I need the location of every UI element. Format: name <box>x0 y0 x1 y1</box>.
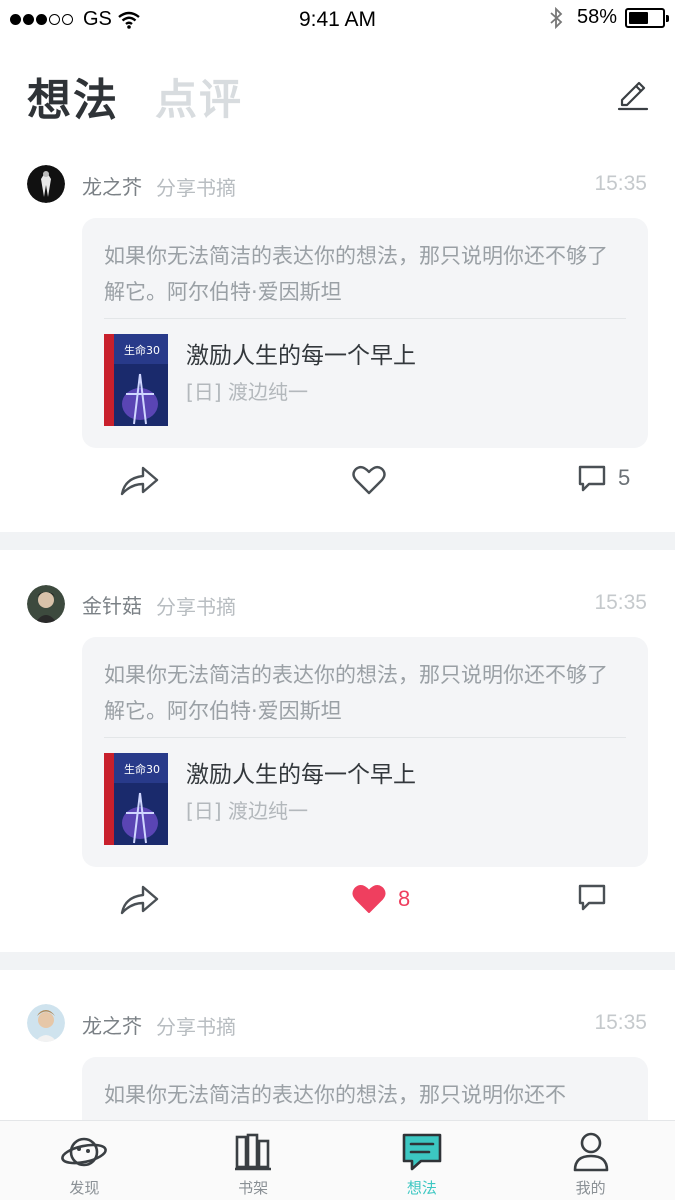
tabbar-label: 发现 <box>69 1179 100 1197</box>
comment-icon <box>578 884 606 911</box>
share-icon[interactable] <box>119 462 161 498</box>
comment-button[interactable] <box>576 879 608 915</box>
battery-percent: 58% <box>576 6 617 28</box>
person-icon <box>573 1132 608 1172</box>
book-cover[interactable]: 生命30 <box>104 753 168 845</box>
chat-icon <box>402 1133 442 1171</box>
tab-thoughts[interactable]: 想法 <box>27 64 119 128</box>
avatar[interactable] <box>27 1004 65 1042</box>
post-action-label: 分享书摘 <box>156 595 236 619</box>
post-action-label: 分享书摘 <box>156 176 236 200</box>
post-time: 15:35 <box>594 172 647 195</box>
post-username[interactable]: 龙之芥 <box>82 171 142 200</box>
like-button[interactable]: 8 <box>352 881 410 917</box>
avatar[interactable] <box>27 165 65 203</box>
like-button[interactable] <box>352 462 386 498</box>
tab-reviews[interactable]: 点评 <box>155 66 243 127</box>
book-author: [日] 渡边纯一 <box>186 380 308 404</box>
post-username[interactable]: 龙之芥 <box>82 1010 142 1039</box>
tabbar-label: 书架 <box>238 1179 269 1197</box>
heart-outline-icon <box>352 465 386 495</box>
post-card: 龙之芥 分享书摘 15:35 如果你无法简洁的表达你的想法，那只说明你还不够了解… <box>0 140 675 532</box>
post-action-label: 分享书摘 <box>156 1015 236 1039</box>
quote-box[interactable]: 如果你无法简洁的表达你的想法，那只说明你还不够了解它。阿尔伯特·爱因斯坦 生命3… <box>82 218 648 448</box>
status-right: 58% <box>549 6 669 29</box>
comment-button[interactable]: 5 <box>576 460 630 496</box>
header: 想法 点评 <box>0 40 675 140</box>
book-title: 激励人生的每一个早上 <box>186 343 416 369</box>
edit-pen-icon[interactable] <box>615 76 651 112</box>
divider <box>104 318 626 319</box>
quote-text: 如果你无法简洁的表达你的想法，那只说明你还不够了解它。阿尔伯特·爱因斯坦 <box>104 663 608 723</box>
tab-bar: 发现 书架 想法 我的 <box>0 1120 675 1200</box>
quote-text: 如果你无法简洁的表达你的想法，那只说明你还不够了解它。阿尔伯特·爱因斯坦 <box>104 244 608 304</box>
divider <box>104 737 626 738</box>
tabbar-item-me[interactable]: 我的 <box>506 1121 675 1200</box>
tabbar-item-bookshelf[interactable]: 书架 <box>169 1121 338 1200</box>
book-author: [日] 渡边纯一 <box>186 799 308 823</box>
tabbar-item-thoughts[interactable]: 想法 <box>338 1121 507 1200</box>
battery-icon <box>625 7 669 28</box>
avatar[interactable] <box>27 585 65 623</box>
book-title: 激励人生的每一个早上 <box>186 762 416 788</box>
battery-level <box>629 11 648 24</box>
heart-filled-icon <box>352 885 386 913</box>
tabbar-label: 想法 <box>406 1179 437 1197</box>
planet-icon <box>61 1137 108 1167</box>
post-card: 龙之芥 分享书摘 15:35 如果你无法简洁的表达你的想法，那只说明你还不 <box>0 970 675 1137</box>
status-bar: GS 9:41 AM 58% <box>0 0 675 40</box>
post-time: 15:35 <box>594 591 647 614</box>
svg-text:生命30: 生命30 <box>124 762 160 776</box>
separator <box>0 532 675 550</box>
post-username[interactable]: 金针菇 <box>82 590 142 619</box>
bluetooth-icon <box>550 6 563 29</box>
tabbar-item-discover[interactable]: 发现 <box>0 1121 169 1200</box>
svg-text:生命30: 生命30 <box>124 343 160 357</box>
quote-box[interactable]: 如果你无法简洁的表达你的想法，那只说明你还不够了解它。阿尔伯特·爱因斯坦 生命3… <box>82 637 648 867</box>
post-time: 15:35 <box>594 1011 647 1034</box>
comment-icon <box>578 465 606 492</box>
quote-text: 如果你无法简洁的表达你的想法，那只说明你还不 <box>104 1083 566 1107</box>
bookshelf-icon <box>235 1133 272 1171</box>
book-cover[interactable]: 生命30 <box>104 334 168 426</box>
post-card: 金针菇 分享书摘 15:35 如果你无法简洁的表达你的想法，那只说明你还不够了解… <box>0 550 675 950</box>
separator <box>0 952 675 970</box>
like-count: 8 <box>398 886 411 911</box>
share-icon[interactable] <box>119 881 161 917</box>
tabbar-label: 我的 <box>575 1179 606 1197</box>
comment-count: 5 <box>618 465 631 490</box>
